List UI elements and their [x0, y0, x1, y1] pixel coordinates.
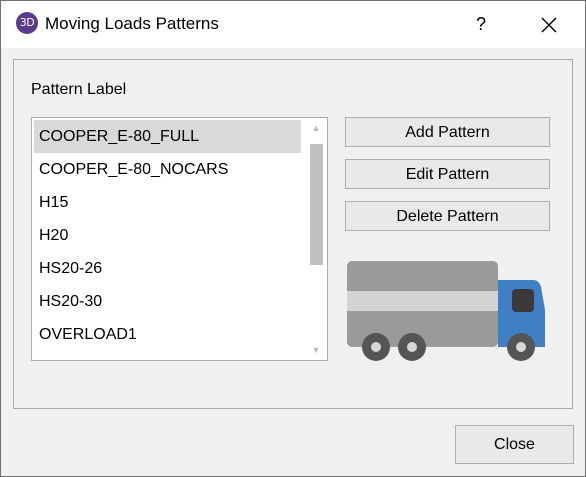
pattern-list-item[interactable]: HS20-30: [34, 285, 301, 318]
moving-loads-patterns-dialog: 3D Moving Loads Patterns ? Pattern Label…: [0, 0, 586, 477]
close-x-icon: [541, 17, 557, 33]
pattern-list-item[interactable]: H15: [34, 186, 301, 219]
pattern-list-item[interactable]: H20: [34, 219, 301, 252]
pattern-group-box: Pattern Label COOPER_E-80_FULL COOPER_E-8…: [13, 59, 573, 409]
truck-window: [512, 289, 534, 312]
vertical-scrollbar[interactable]: ▲ ▼: [305, 118, 327, 360]
pattern-label-heading: Pattern Label: [31, 81, 127, 98]
pattern-list-item[interactable]: COOPER_E-80_NOCARS: [34, 153, 301, 186]
close-window-button[interactable]: [533, 10, 563, 40]
close-button[interactable]: Close: [455, 425, 574, 464]
scroll-up-arrow-icon[interactable]: ▲: [305, 118, 327, 138]
pattern-list-item[interactable]: COOPER_E-80_FULL: [34, 120, 301, 153]
wheel-hub: [516, 342, 526, 352]
help-button[interactable]: ?: [467, 10, 495, 38]
scroll-down-arrow-icon[interactable]: ▼: [305, 340, 327, 360]
wheel-hub: [407, 342, 417, 352]
pattern-listbox[interactable]: COOPER_E-80_FULL COOPER_E-80_NOCARS H15 H20…: [31, 117, 328, 361]
add-pattern-button[interactable]: Add Pattern: [345, 117, 550, 147]
scroll-thumb[interactable]: [310, 144, 323, 265]
window-title: Moving Loads Patterns: [45, 14, 219, 33]
truck-icon: [347, 261, 545, 361]
pattern-list-item[interactable]: HS20-26: [34, 252, 301, 285]
edit-pattern-button[interactable]: Edit Pattern: [345, 159, 550, 189]
delete-pattern-button[interactable]: Delete Pattern: [345, 201, 550, 231]
title-bar[interactable]: 3D Moving Loads Patterns ?: [1, 1, 585, 48]
wheel-hub: [371, 342, 381, 352]
app-3d-icon: 3D: [16, 12, 38, 34]
pattern-list-item[interactable]: OVERLOAD1: [34, 318, 301, 351]
pattern-list: COOPER_E-80_FULL COOPER_E-80_NOCARS H15 H20…: [34, 120, 301, 351]
truck-stripe: [347, 291, 498, 311]
